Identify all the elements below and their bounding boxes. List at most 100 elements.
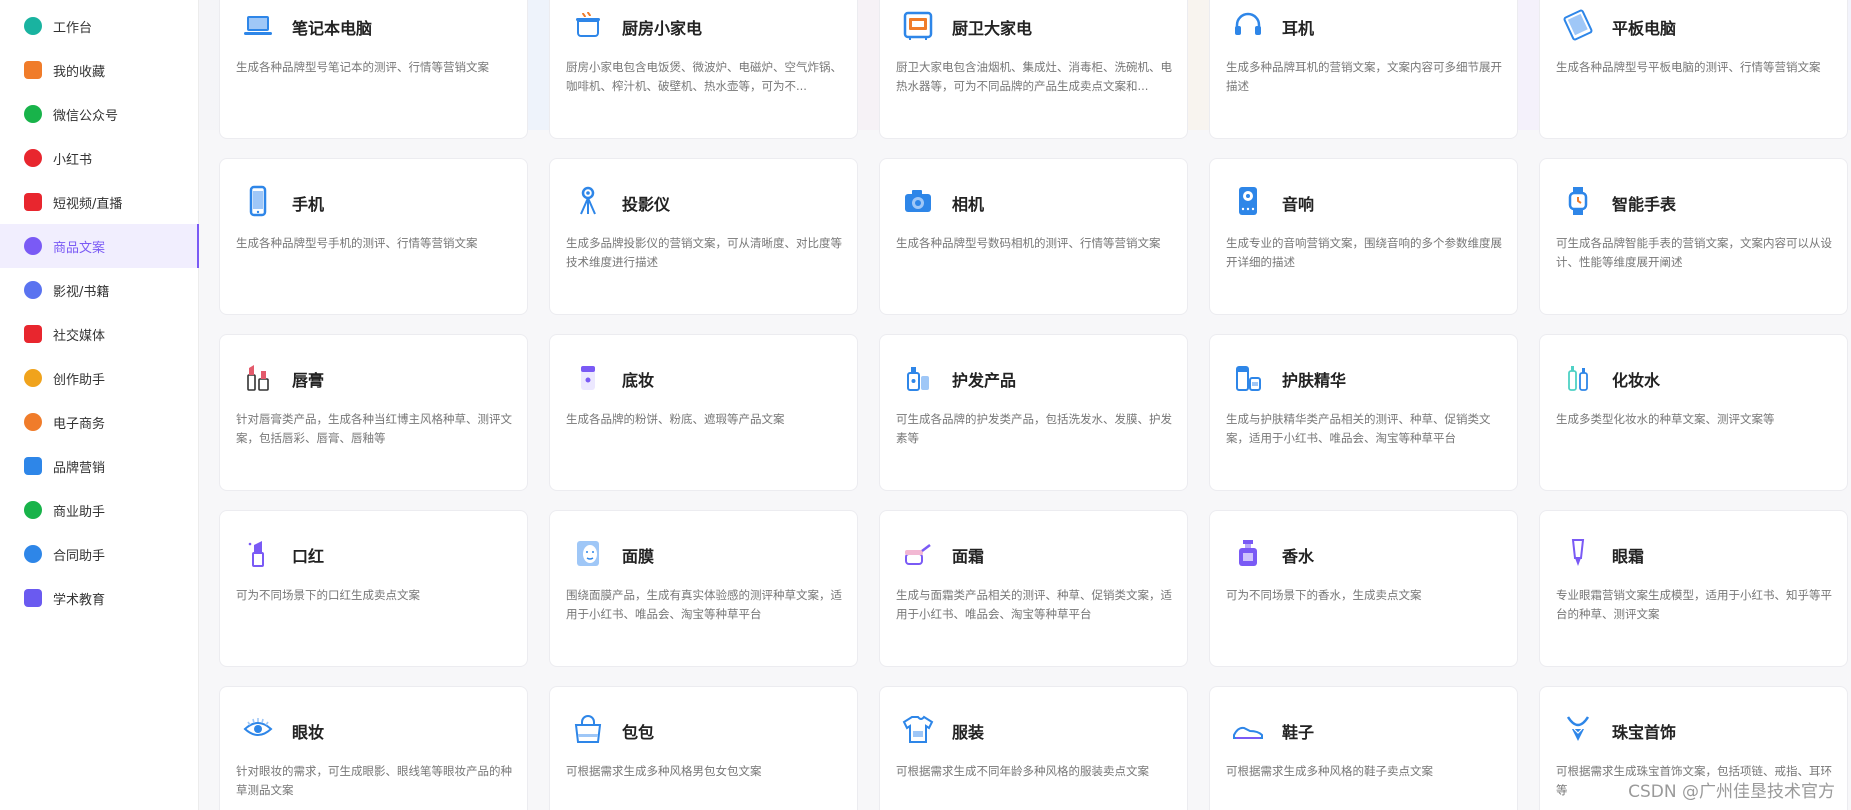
sidebar-item[interactable]: 我的收藏 — [0, 48, 199, 92]
card-title: 厨卫大家电 — [952, 19, 1033, 38]
speaker-icon — [1230, 183, 1266, 219]
product-card[interactable]: 化妆水 生成多类型化妆水的种草文案、测评文案等 — [1539, 334, 1848, 491]
product-card[interactable]: 口红 可为不同场景下的口红生成卖点文案 — [219, 510, 528, 667]
product-card[interactable]: 底妆 生成各品牌的粉饼、粉底、遮瑕等产品文案 — [549, 334, 858, 491]
face-cream-icon — [900, 535, 936, 571]
sidebar-item[interactable]: 电子商务 — [0, 400, 199, 444]
sidebar-item-label: 影视/书籍 — [53, 284, 110, 300]
card-description: 可为不同场景下的香水，生成卖点文案 — [1226, 588, 1422, 602]
product-card[interactable]: 眼妆 针对眼妆的需求，可生成眼影、眼线笔等眼妆产品的种草测品文案 — [219, 686, 528, 810]
lipstick-icon — [240, 535, 276, 571]
product-card[interactable]: 投影仪生成多品牌投影仪的营销文案，可从清晰度、对比度等技术维度进行描述 — [549, 158, 858, 315]
shop-icon — [24, 413, 42, 431]
product-card[interactable]: 平板电脑 生成各种品牌型号平板电脑的测评、行情等营销文案 — [1539, 0, 1848, 139]
card-description: 可根据需求生成不同年龄多种风格的服装卖点文案 — [896, 764, 1149, 778]
sidebar-item-label: 创作助手 — [53, 372, 106, 388]
product-card[interactable]: 服装 可根据需求生成不同年龄多种风格的服装卖点文案 — [879, 686, 1188, 810]
product-card[interactable]: 智能手表可生成各品牌智能手表的营销文案，文案内容可以从设计、性能等维度展开阐述 — [1539, 158, 1848, 315]
sidebar-item[interactable]: 创作助手 — [0, 356, 199, 400]
card-description: 围绕面膜产品，生成有真实体验感的测评种草文案，适用于小红书、唯品会、淘宝等种草平… — [566, 588, 842, 621]
toner-icon — [1560, 359, 1596, 395]
product-card[interactable]: 护肤精华 生成与护肤精华类产品相关的测评、种草、促销类文案，适用于小红书、唯品会、… — [1209, 334, 1518, 491]
perfume-icon — [1230, 535, 1266, 571]
card-description: 生成各种品牌型号笔记本的测评、行情等营销文案 — [236, 60, 489, 74]
product-card[interactable]: 香水可为不同场景下的香水，生成卖点文案 — [1209, 510, 1518, 667]
product-card[interactable]: 面膜 围绕面膜产品，生成有真实体验感的测评种草文案，适用于小红书、唯品会、淘宝等种… — [549, 510, 858, 667]
contract-icon — [24, 545, 42, 563]
product-card[interactable]: 眼霜专业眼霜营销文案生成模型，适用于小红书、知乎等平台的种草、测评文案 — [1539, 510, 1848, 667]
card-title: 音响 — [1282, 195, 1315, 214]
product-card[interactable]: 相机生成各种品牌型号数码相机的测评、行情等营销文案 — [879, 158, 1188, 315]
sidebar-item-label: 工作台 — [53, 20, 93, 36]
product-card[interactable]: 手机生成各种品牌型号手机的测评、行情等营销文案 — [219, 158, 528, 315]
card-title: 唇膏 — [292, 371, 325, 390]
eye-cream-icon — [1560, 535, 1596, 571]
card-description: 生成各种品牌型号数码相机的测评、行情等营销文案 — [896, 236, 1161, 250]
product-card[interactable]: 护发产品 可生成各品牌的护发类产品，包括洗发水、发膜、护发素等 — [879, 334, 1188, 491]
sidebar-item[interactable]: 小红书 — [0, 136, 199, 180]
product-card[interactable]: 音响 生成专业的音响营销文案，围绕音响的多个参数维度展开详细的描述 — [1209, 158, 1518, 315]
sidebar: 工作台我的收藏微信公众号小红书 短视频/直播商品文案影视/书籍社交媒体创作助手电子… — [0, 0, 199, 810]
product-card[interactable]: 耳机 生成多种品牌耳机的营销文案，文案内容可多细节展开描述 — [1209, 0, 1518, 139]
shoe-icon — [1230, 711, 1266, 747]
sidebar-item-label: 微信公众号 — [53, 108, 119, 124]
sidebar-item-label: 商业助手 — [53, 504, 106, 520]
card-description: 可根据需求生成多种风格男包女包文案 — [566, 764, 762, 778]
card-description: 可生成各品牌智能手表的营销文案，文案内容可以从设计、性能等维度展开阐述 — [1556, 236, 1832, 269]
card-title: 投影仪 — [622, 195, 671, 214]
star-icon — [24, 61, 42, 79]
card-description: 生成多品牌投影仪的营销文案，可从清晰度、对比度等技术维度进行描述 — [566, 236, 842, 269]
sidebar-item[interactable]: 影视/书籍 — [0, 268, 199, 312]
sidebar-item[interactable]: 品牌营销 — [0, 444, 199, 488]
product-card[interactable]: 鞋子 可根据需求生成多种风格的鞋子卖点文案 — [1209, 686, 1518, 810]
sidebar-item[interactable]: 学术教育 — [0, 576, 199, 620]
card-title: 香水 — [1282, 547, 1315, 566]
sidebar-item[interactable]: 合同助手 — [0, 532, 199, 576]
card-title: 笔记本电脑 — [292, 19, 373, 38]
sidebar-item-label: 商品文案 — [53, 240, 106, 256]
jewelry-icon — [1560, 711, 1596, 747]
card-description: 生成各种品牌型号手机的测评、行情等营销文案 — [236, 236, 478, 250]
card-description: 专业眼霜营销文案生成模型，适用于小红书、知乎等平台的种草、测评文案 — [1556, 588, 1832, 621]
card-title: 相机 — [952, 195, 985, 214]
sidebar-item[interactable]: 工作台 — [0, 4, 199, 48]
card-description: 针对唇膏类产品，生成各种当红博主风格种草、测评文案，包括唇彩、唇膏、唇釉等 — [236, 412, 512, 445]
card-title: 珠宝首饰 — [1612, 723, 1677, 742]
sidebar-item-label: 品牌营销 — [53, 460, 106, 476]
card-description: 生成各品牌的粉饼、粉底、遮瑕等产品文案 — [566, 412, 785, 426]
projector-icon — [570, 183, 606, 219]
clothing-icon — [900, 711, 936, 747]
foundation-icon — [570, 359, 606, 395]
product-card[interactable]: 面霜 生成与面霜类产品相关的测评、种草、促销类文案，适用于小红书、唯品会、淘宝等种… — [879, 510, 1188, 667]
sidebar-item-label: 电子商务 — [53, 416, 106, 432]
lip-balm-icon — [240, 359, 276, 395]
product-card[interactable]: 笔记本电脑生成各种品牌型号笔记本的测评、行情等营销文案 — [219, 0, 528, 139]
eye-makeup-icon — [240, 711, 276, 747]
sidebar-item-label: 我的收藏 — [53, 64, 106, 80]
card-title: 眼霜 — [1612, 547, 1645, 566]
cooker-icon — [570, 7, 606, 43]
sidebar-item[interactable]: 商品文案 — [0, 224, 199, 268]
card-title: 包包 — [622, 723, 655, 742]
sidebar-item-label: 社交媒体 — [53, 328, 106, 344]
users-icon — [24, 457, 42, 475]
sidebar-item[interactable]: 商业助手 — [0, 488, 199, 532]
product-icon — [24, 237, 42, 255]
product-card[interactable]: 唇膏针对唇膏类产品，生成各种当红博主风格种草、测评文案，包括唇彩、唇膏、唇釉等 — [219, 334, 528, 491]
watermark: CSDN @广州佳垦技术官方 — [1628, 782, 1835, 802]
sidebar-item[interactable]: 短视频/直播 — [0, 180, 199, 224]
sidebar-item[interactable]: 社交媒体 — [0, 312, 199, 356]
serum-icon — [1230, 359, 1266, 395]
card-title: 手机 — [292, 195, 325, 214]
sidebar-item[interactable]: 微信公众号 — [0, 92, 199, 136]
product-card[interactable]: 厨卫大家电厨卫大家电包含油烟机、集成灶、消毒柜、洗碗机、电热水器等，可为不同品牌… — [879, 0, 1188, 139]
card-description: 可根据需求生成多种风格的鞋子卖点文案 — [1226, 764, 1433, 778]
product-card[interactable]: 厨房小家电 厨房小家电包含电饭煲、微波炉、电磁炉、空气炸锅、咖啡机、榨汁机、破壁机… — [549, 0, 858, 139]
card-title: 面霜 — [952, 547, 985, 566]
card-title: 厨房小家电 — [622, 19, 703, 38]
video-icon — [24, 193, 42, 211]
card-title: 智能手表 — [1612, 195, 1677, 214]
card-description: 厨卫大家电包含油烟机、集成灶、消毒柜、洗碗机、电热水器等，可为不同品牌的产品生成… — [896, 60, 1172, 93]
product-card[interactable]: 包包可根据需求生成多种风格男包女包文案 — [549, 686, 858, 810]
graduation-cap-icon — [24, 589, 42, 607]
